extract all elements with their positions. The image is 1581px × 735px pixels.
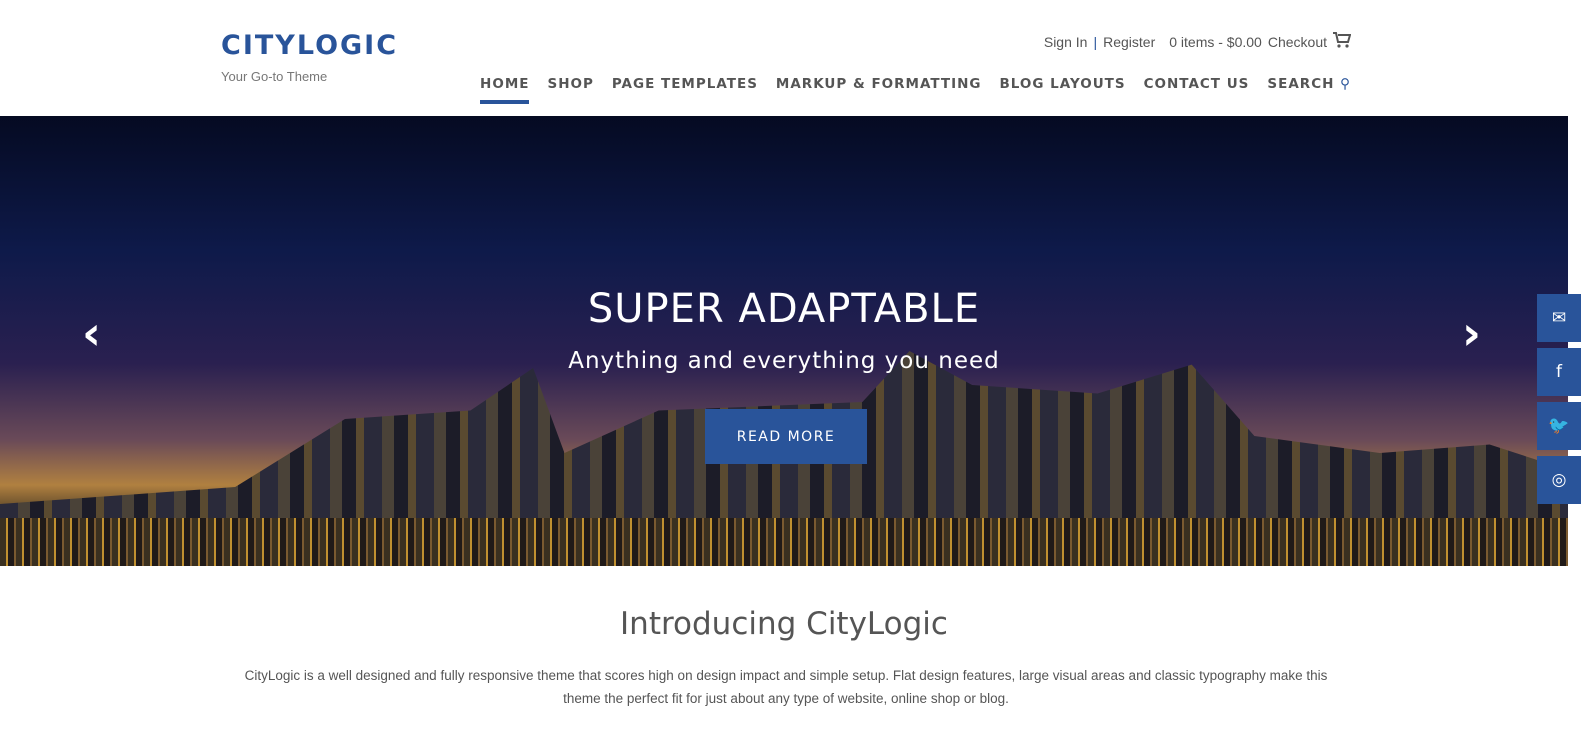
hero-slider: SUPER ADAPTABLE Anything and everything … bbox=[0, 116, 1568, 566]
site-header: CITYLOGIC Your Go-to Theme Sign In | Reg… bbox=[0, 0, 1581, 116]
separator: | bbox=[1093, 33, 1098, 50]
main-nav: HOME SHOP PAGE TEMPLATES MARKUP & FORMAT… bbox=[480, 76, 1351, 104]
nav-page-templates[interactable]: PAGE TEMPLATES bbox=[612, 76, 758, 104]
intro-text: CityLogic is a well designed and fully r… bbox=[244, 668, 1328, 706]
nav-shop[interactable]: SHOP bbox=[547, 76, 593, 104]
nav-search[interactable]: SEARCH ⚲ bbox=[1267, 76, 1351, 104]
instagram-icon[interactable]: ◎ bbox=[1537, 456, 1581, 504]
checkout-link[interactable]: Checkout bbox=[1268, 34, 1327, 50]
site-logo[interactable]: CITYLOGIC bbox=[221, 30, 398, 61]
social-sidebar: ✉ f 🐦 ◎ bbox=[1537, 294, 1581, 510]
facebook-icon[interactable]: f bbox=[1537, 348, 1581, 396]
twitter-icon[interactable]: 🐦 bbox=[1537, 402, 1581, 450]
site-tagline: Your Go-to Theme bbox=[221, 69, 328, 84]
slide-subtitle: Anything and everything you need bbox=[568, 348, 1000, 374]
nav-contact-us[interactable]: CONTACT US bbox=[1144, 76, 1250, 104]
water-reflection-image bbox=[0, 518, 1568, 566]
nav-home[interactable]: HOME bbox=[480, 76, 530, 104]
nav-blog-layouts[interactable]: BLOG LAYOUTS bbox=[1000, 76, 1126, 104]
cart-icon[interactable] bbox=[1333, 32, 1352, 51]
nav-search-label: SEARCH bbox=[1267, 76, 1335, 92]
slide-title: SUPER ADAPTABLE bbox=[587, 286, 981, 332]
prev-slide-icon[interactable]: ‹ bbox=[82, 306, 101, 360]
search-icon: ⚲ bbox=[1340, 76, 1351, 92]
email-icon[interactable]: ✉ bbox=[1537, 294, 1581, 342]
read-more-button[interactable]: READ MORE bbox=[705, 409, 867, 464]
nav-markup-formatting[interactable]: MARKUP & FORMATTING bbox=[776, 76, 982, 104]
cart-summary[interactable]: 0 items - $0.00 bbox=[1169, 34, 1262, 50]
next-slide-icon[interactable]: › bbox=[1462, 306, 1481, 360]
intro-title: Introducing CityLogic bbox=[620, 606, 948, 642]
sign-in-link[interactable]: Sign In bbox=[1044, 34, 1088, 50]
account-bar: Sign In | Register 0 items - $0.00 Check… bbox=[1044, 32, 1352, 51]
register-link[interactable]: Register bbox=[1103, 34, 1155, 50]
